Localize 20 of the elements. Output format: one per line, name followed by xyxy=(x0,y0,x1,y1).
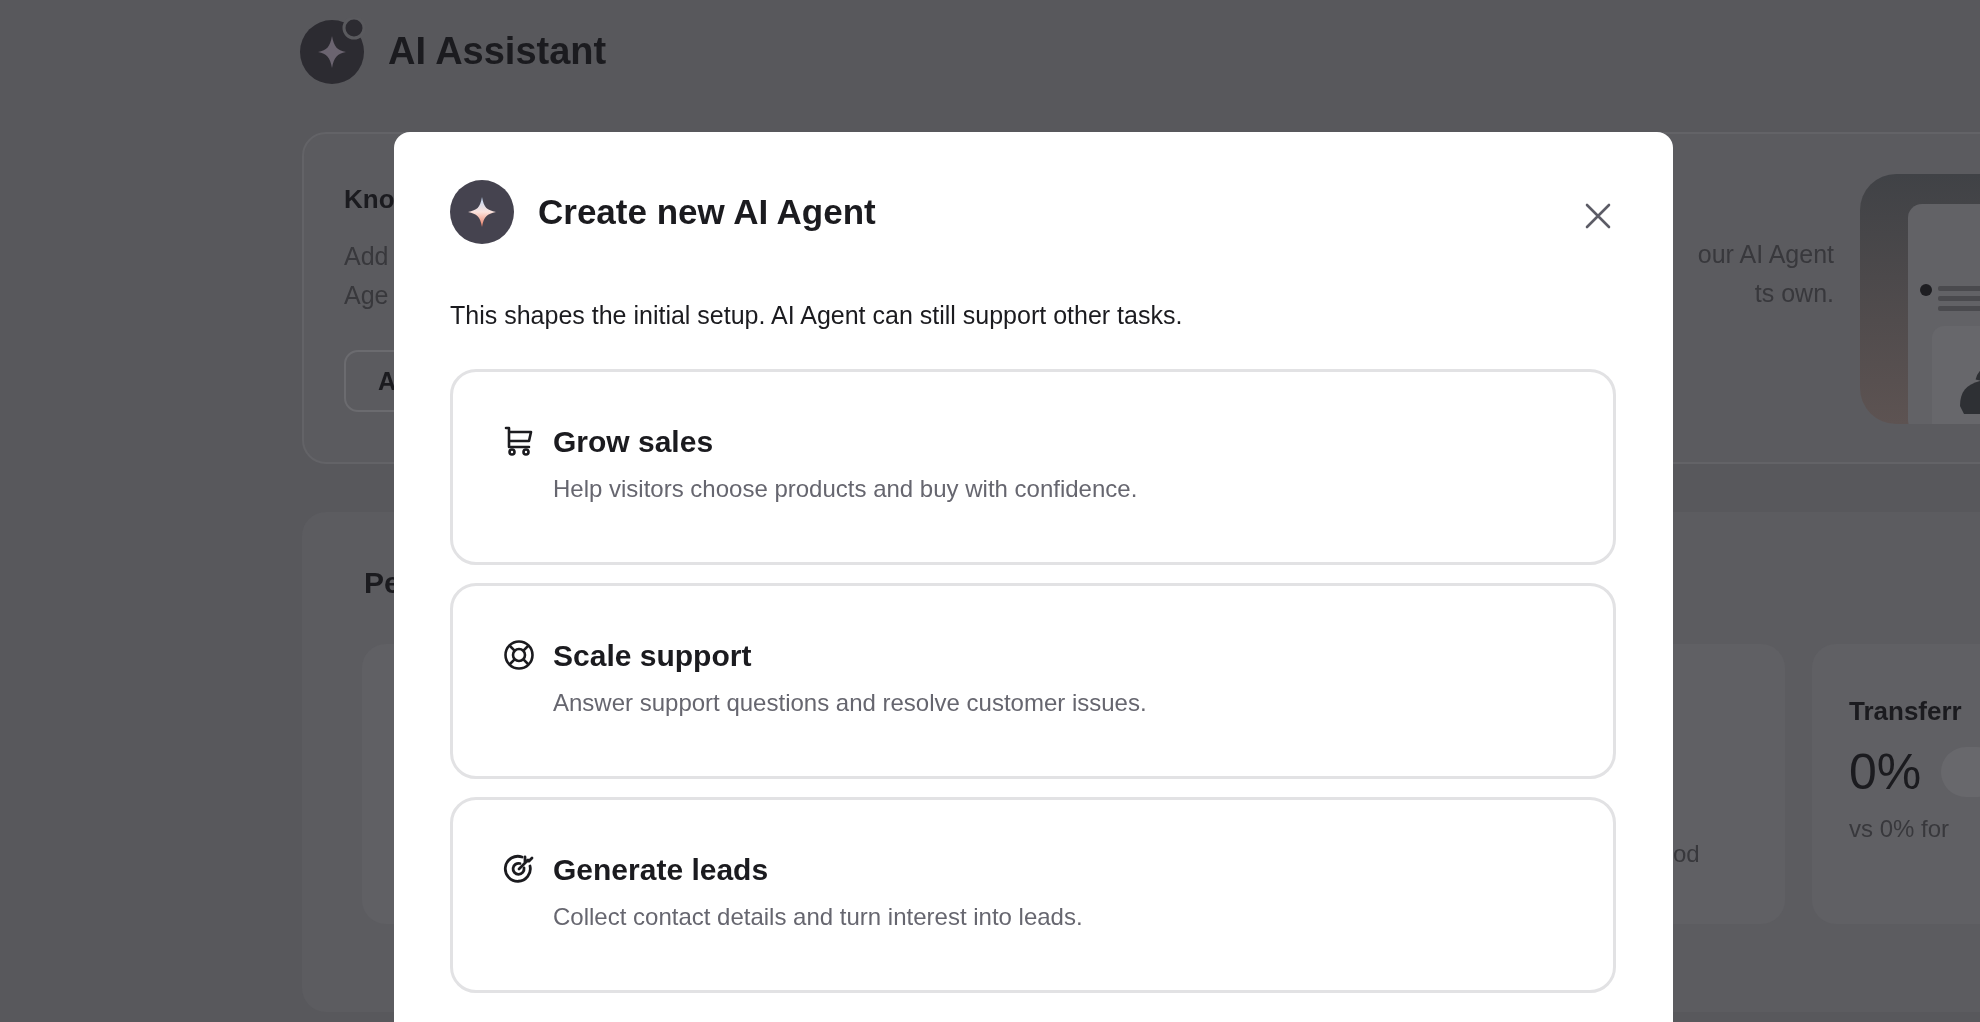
lifebuoy-icon xyxy=(503,639,535,671)
option-title: Grow sales xyxy=(553,424,714,460)
assistant-logo-icon xyxy=(300,18,366,84)
goal-option[interactable]: Grow sales Help visitors choose products and buy with confidence. xyxy=(450,369,1616,565)
option-title: Scale support xyxy=(553,638,752,674)
goal-option[interactable]: Scale support Answer support questions and resolve customer issues. xyxy=(450,583,1616,779)
option-description: Help visitors choose products and buy with confidence. xyxy=(553,474,1138,504)
option-title: Generate leads xyxy=(553,852,769,888)
metric-value: 0% xyxy=(1849,743,1922,801)
dialog-subtitle: This shapes the initial setup. AI Agent can still support other tasks. xyxy=(450,300,1184,330)
target-icon xyxy=(503,853,535,885)
page-title: AI Assistant xyxy=(388,29,607,73)
option-description: Collect contact details and turn interest into leads. xyxy=(553,902,1083,932)
option-description: Answer support questions and resolve customer issues. xyxy=(553,688,1147,718)
metric-title: Transferr xyxy=(1849,696,1962,727)
goal-option[interactable]: Generate leads Collect contact details and turn interest into leads. xyxy=(450,797,1616,993)
sparkle-icon xyxy=(450,180,514,244)
card-title: Kno xyxy=(344,184,395,215)
dialog-title: Create new AI Agent xyxy=(538,192,877,232)
cart-icon xyxy=(503,425,535,457)
